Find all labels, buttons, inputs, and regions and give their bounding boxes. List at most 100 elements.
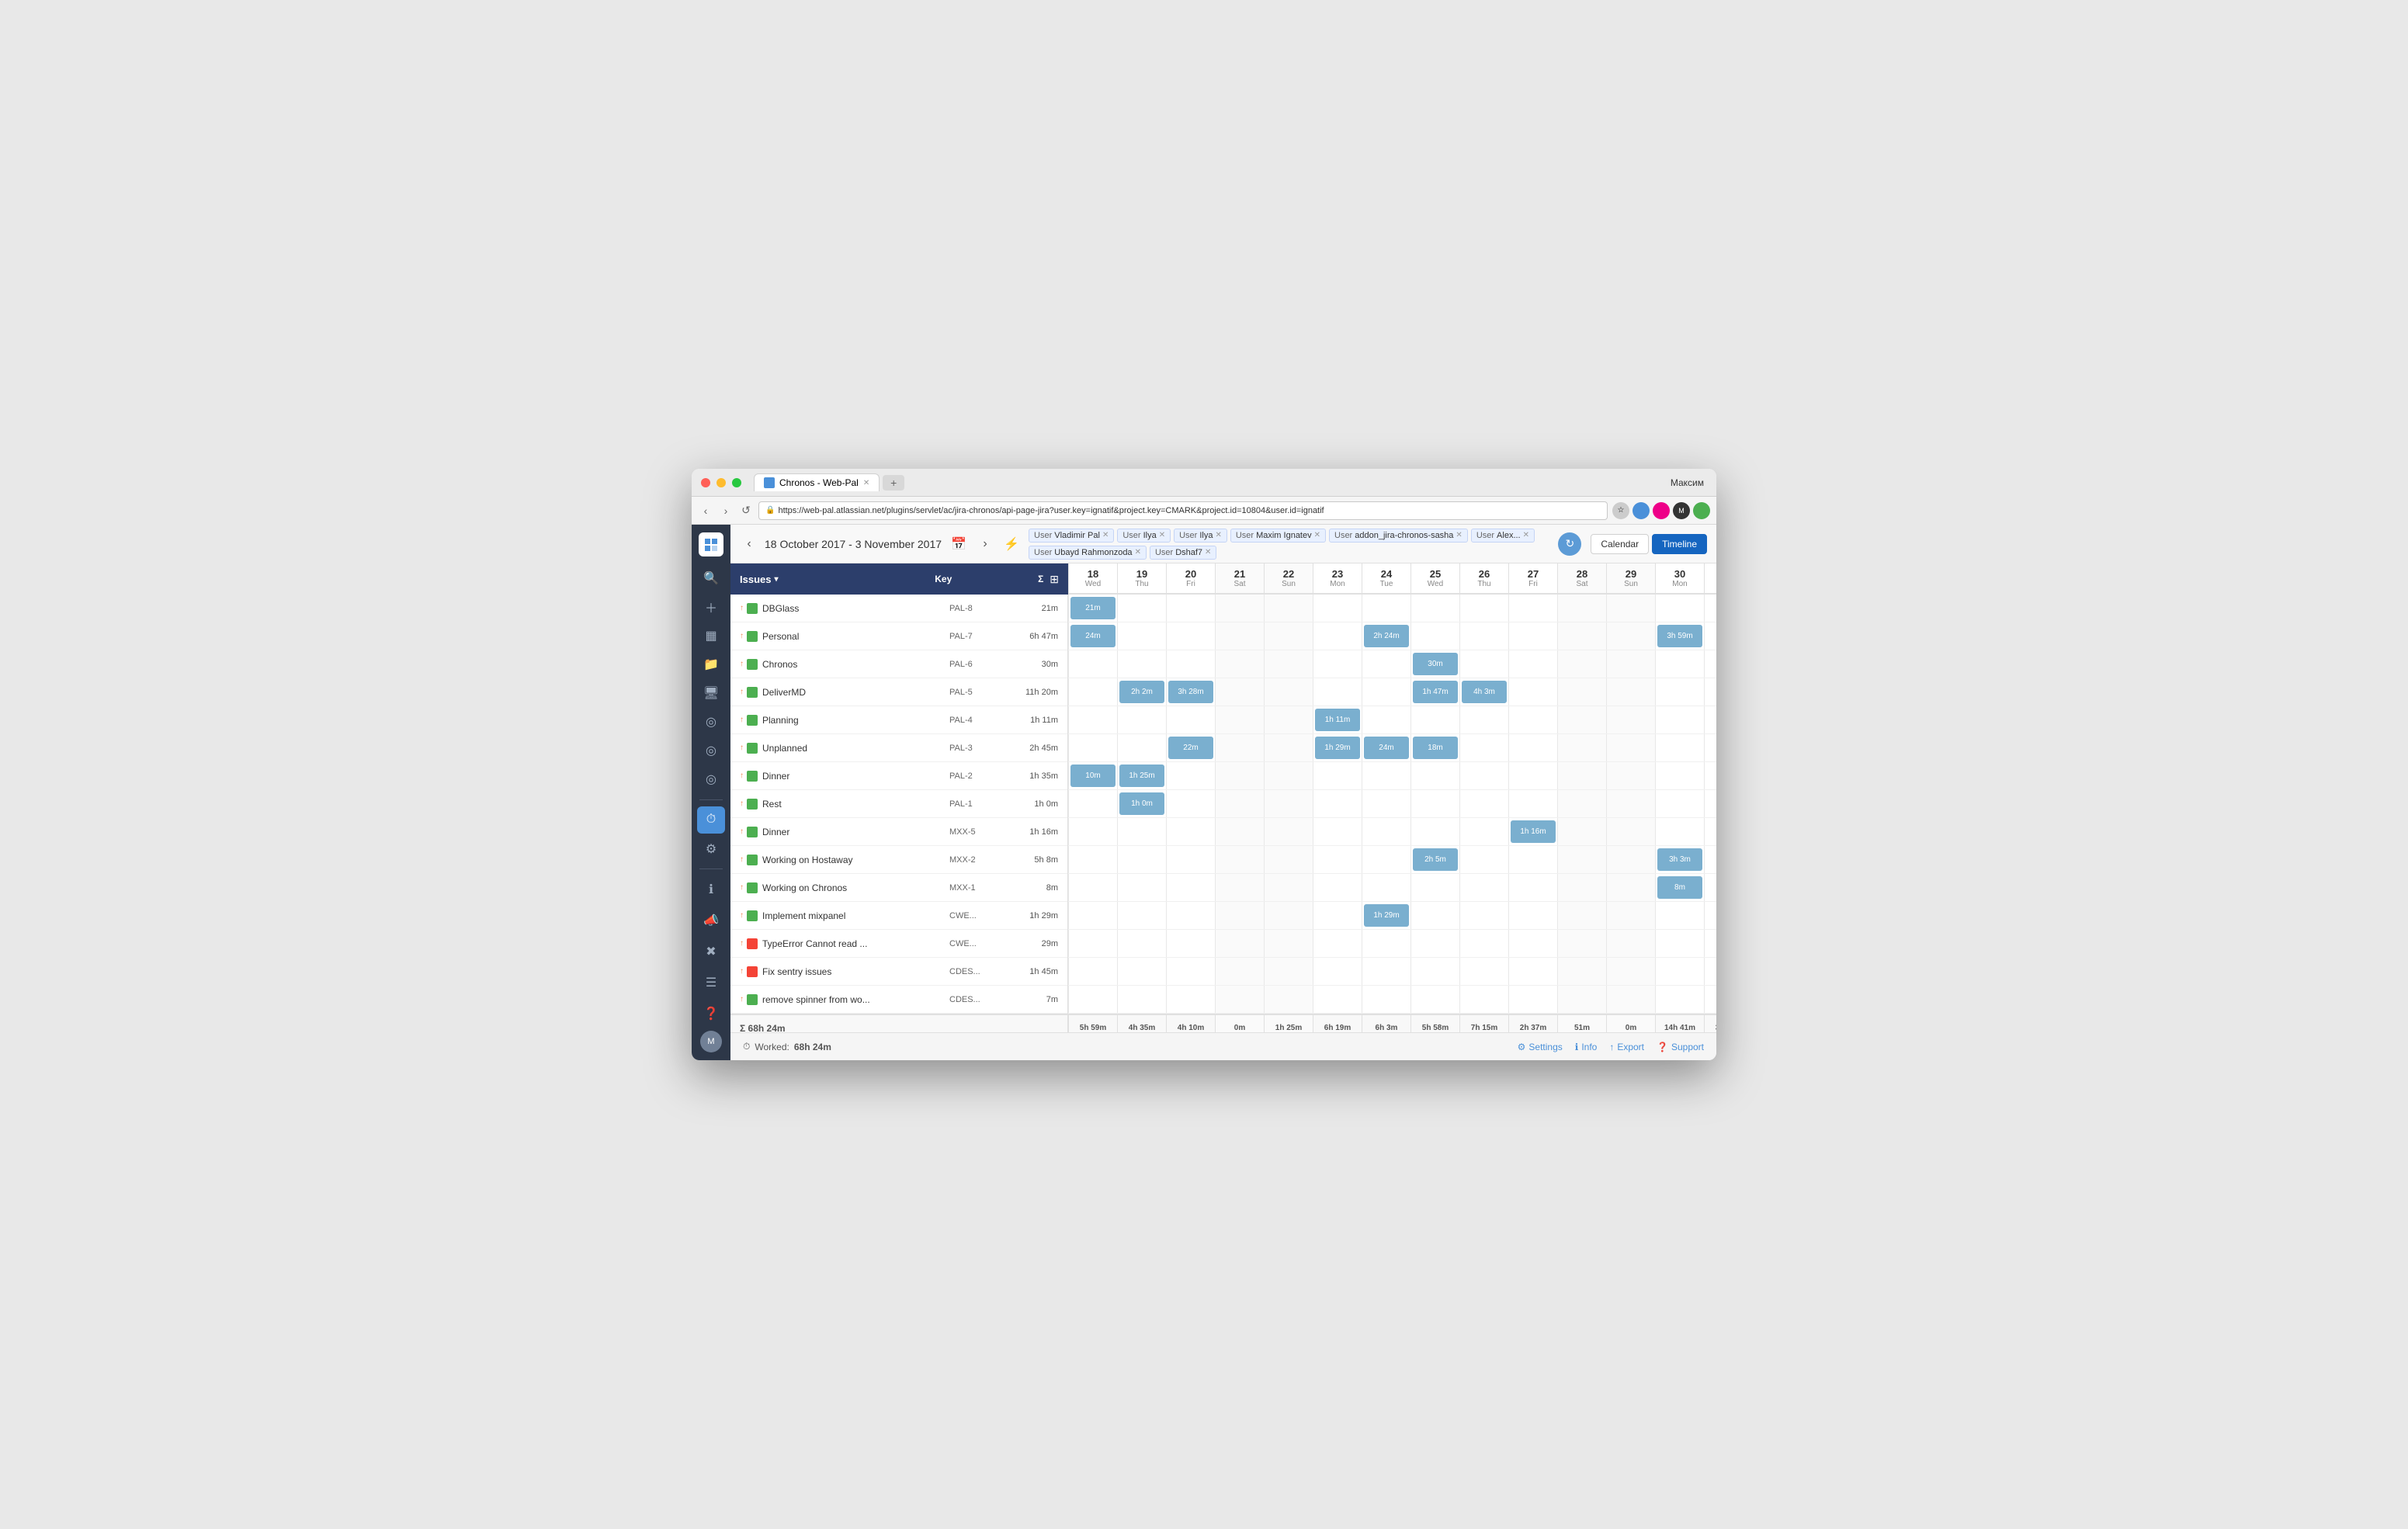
filter-tag-4[interactable]: User addon_jira-chronos-sasha ✕ [1329,529,1468,543]
time-block-6-0[interactable]: 10m [1070,764,1116,787]
time-block-5-6[interactable]: 24m [1364,737,1409,759]
time-cell-1-12[interactable]: 3h 59m [1655,622,1704,650]
sidebar-item-goals1[interactable]: ◎ [697,709,725,736]
time-cell-6-1[interactable]: 1h 25m [1117,762,1166,789]
minimize-window-btn[interactable] [717,478,726,487]
filter-tag-remove-2[interactable]: ✕ [1215,531,1221,539]
bookmark-btn[interactable]: ☆ [1612,502,1629,519]
time-cell-3-2[interactable]: 3h 28m [1166,678,1215,706]
filter-tag-0[interactable]: User Vladimir Pal ✕ [1029,529,1114,543]
issue-name-12[interactable]: TypeError Cannot read ... [762,938,949,949]
forward-btn[interactable]: › [718,503,734,518]
user-avatar[interactable]: М [700,1031,722,1052]
filter-tag-3[interactable]: User Maxim Ignatev ✕ [1230,529,1326,543]
issue-name-11[interactable]: Implement mixpanel [762,910,949,921]
issue-name-14[interactable]: remove spinner from wo... [762,994,949,1005]
time-cell-8-9[interactable]: 1h 16m [1508,818,1557,845]
filter-tag-remove-7[interactable]: ✕ [1205,548,1211,556]
time-cell-5-5[interactable]: 1h 29m [1313,734,1362,761]
time-cell-5-2[interactable]: 22m [1166,734,1215,761]
time-cell-9-7[interactable]: 2h 5m [1410,846,1459,873]
profile-btn3[interactable]: M [1673,502,1690,519]
filter-tag-remove-6[interactable]: ✕ [1135,548,1141,556]
time-block-5-7[interactable]: 18m [1413,737,1458,759]
issue-name-6[interactable]: Dinner [762,771,949,782]
issue-name-0[interactable]: DBGlass [762,603,949,614]
time-cell-4-5[interactable]: 1h 11m [1313,706,1362,733]
time-cell-9-12[interactable]: 3h 3m [1655,846,1704,873]
time-block-4-5[interactable]: 1h 11m [1315,709,1360,731]
filter-tag-2[interactable]: User Ilya ✕ [1174,529,1227,543]
time-cell-3-8[interactable]: 4h 3m [1459,678,1508,706]
issue-name-1[interactable]: Personal [762,631,949,642]
sidebar-item-goals3[interactable]: ◎ [697,766,725,793]
time-block-1-6[interactable]: 2h 24m [1364,625,1409,647]
sidebar-item-board[interactable]: ▦ [697,622,725,649]
tab-close-btn[interactable]: ✕ [863,479,869,487]
issue-name-9[interactable]: Working on Hostaway [762,855,949,865]
time-block-3-8[interactable]: 4h 3m [1462,681,1507,703]
sidebar-item-goals2[interactable]: ◎ [697,737,725,764]
issue-name-13[interactable]: Fix sentry issues [762,966,949,977]
filter-tag-6[interactable]: User Ubayd Rahmonzoda ✕ [1029,546,1147,560]
issue-name-4[interactable]: Planning [762,715,949,726]
settings-action[interactable]: ⚙ Settings [1518,1042,1563,1052]
filter-tag-remove-3[interactable]: ✕ [1314,531,1320,539]
time-block-10-12[interactable]: 8m [1657,876,1702,899]
back-btn[interactable]: ‹ [698,503,713,518]
time-cell-3-7[interactable]: 1h 47m [1410,678,1459,706]
filter-tag-remove-1[interactable]: ✕ [1159,531,1165,539]
sidebar-item-info[interactable]: ℹ [697,875,725,903]
calendar-view-btn[interactable]: Calendar [1591,534,1649,554]
time-block-1-12[interactable]: 3h 59m [1657,625,1702,647]
time-cell-2-7[interactable]: 30m [1410,650,1459,678]
sidebar-item-search[interactable]: 🔍 [697,564,725,591]
filter-tag-7[interactable]: User Dshaf7 ✕ [1150,546,1216,560]
timeline-view-btn[interactable]: Timeline [1652,534,1707,554]
maximize-window-btn[interactable] [732,478,741,487]
time-block-6-1[interactable]: 1h 25m [1119,764,1164,787]
next-period-btn[interactable]: › [976,535,994,553]
time-cell-1-0[interactable]: 24m [1068,622,1117,650]
time-block-7-1[interactable]: 1h 0m [1119,792,1164,815]
time-cell-10-12[interactable]: 8m [1655,874,1704,901]
sidebar-item-notifications[interactable]: 📣 [697,907,725,934]
sidebar-item-menu[interactable]: ☰ [697,969,725,997]
profile-btn1[interactable] [1633,502,1650,519]
time-block-11-6[interactable]: 1h 29m [1364,904,1409,927]
refresh-btn[interactable]: ↺ [738,503,754,518]
sidebar-item-settings[interactable]: ⚙ [697,835,725,862]
time-cell-5-7[interactable]: 18m [1410,734,1459,761]
sidebar-item-chronos[interactable]: ⏱ [697,806,725,834]
filter-tag-1[interactable]: User Ilya ✕ [1117,529,1171,543]
time-block-3-7[interactable]: 1h 47m [1413,681,1458,703]
support-action[interactable]: ❓ Support [1657,1042,1704,1052]
time-block-8-9[interactable]: 1h 16m [1511,820,1556,843]
time-block-9-7[interactable]: 2h 5m [1413,848,1458,871]
close-window-btn[interactable] [701,478,710,487]
filter-tag-remove-4[interactable]: ✕ [1456,531,1462,539]
time-cell-11-6[interactable]: 1h 29m [1362,902,1410,929]
prev-period-btn[interactable]: ‹ [740,535,758,553]
issues-sort-icon[interactable]: ▾ [774,575,778,584]
time-block-9-12[interactable]: 3h 3m [1657,848,1702,871]
url-bar[interactable]: 🔒 https://web-pal.atlassian.net/plugins/… [758,501,1608,520]
grid-view-icon[interactable]: ⊞ [1050,573,1059,586]
time-block-5-2[interactable]: 22m [1168,737,1213,759]
issue-name-8[interactable]: Dinner [762,827,949,837]
time-block-2-7[interactable]: 30m [1413,653,1458,675]
time-cell-3-1[interactable]: 2h 2m [1117,678,1166,706]
time-block-1-0[interactable]: 24m [1070,625,1116,647]
new-tab-btn[interactable]: + [883,475,904,491]
extension-btn[interactable] [1693,502,1710,519]
time-cell-6-0[interactable]: 10m [1068,762,1117,789]
export-action[interactable]: ↑ Export [1609,1042,1644,1052]
issue-name-7[interactable]: Rest [762,799,949,810]
profile-btn2[interactable] [1653,502,1670,519]
browser-tab[interactable]: Chronos - Web-Pal ✕ [754,473,880,491]
time-cell-1-6[interactable]: 2h 24m [1362,622,1410,650]
issue-name-5[interactable]: Unplanned [762,743,949,754]
time-block-3-1[interactable]: 2h 2m [1119,681,1164,703]
time-block-0-0[interactable]: 21m [1070,597,1116,619]
refresh-data-btn[interactable]: ↻ [1558,532,1581,556]
